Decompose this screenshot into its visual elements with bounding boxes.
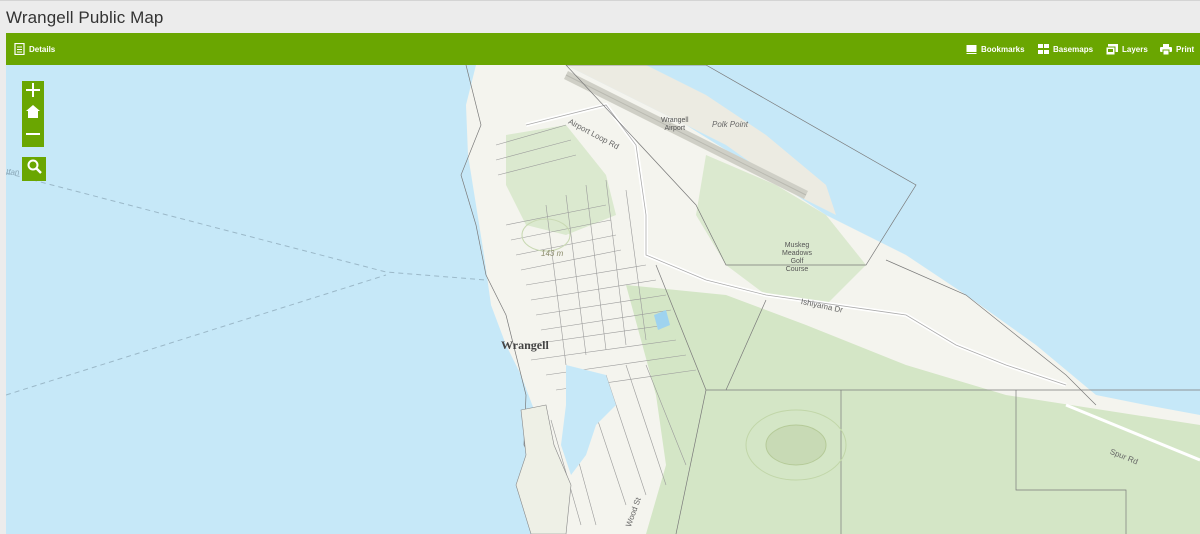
printer-icon <box>1160 43 1172 55</box>
app-title: Wrangell Public Map <box>6 8 164 27</box>
town-label: Wrangell <box>501 338 549 352</box>
airport-label-line2: Airport <box>664 125 686 132</box>
golf-label-line4: Course <box>785 266 809 273</box>
grid-icon <box>1038 44 1049 54</box>
home-button[interactable] <box>22 103 44 125</box>
bookmarks-button[interactable]: Bookmarks <box>966 33 1025 65</box>
bookmark-icon <box>966 44 977 55</box>
golf-label-line1: Muskeg <box>784 242 810 249</box>
golf-label-line3: Golf <box>790 258 804 265</box>
golf-label-line2: Meadows <box>782 250 812 257</box>
layers-icon <box>1106 43 1118 55</box>
home-icon <box>26 105 40 123</box>
layers-button[interactable]: Layers <box>1106 33 1148 65</box>
edge-label: Ifan <box>6 168 20 177</box>
point-label: Polk Point <box>712 120 749 129</box>
document-icon <box>14 43 25 55</box>
zoom-in-button[interactable] <box>22 81 44 103</box>
golf-label: Muskeg Meadows Golf Course <box>782 242 812 274</box>
map-view[interactable]: Ifan Wrangell Wrangell Airport Polk Poin… <box>6 65 1200 534</box>
basemaps-button[interactable]: Basemaps <box>1038 33 1093 65</box>
details-label: Details <box>29 44 56 54</box>
details-button[interactable]: Details <box>14 33 55 65</box>
airport-label-line1: Wrangell <box>661 117 689 124</box>
minus-icon <box>26 127 40 146</box>
toolbar: Details Bookmarks Basemaps Layers Print <box>6 33 1200 65</box>
layers-label: Layers <box>1122 44 1148 54</box>
print-label: Print <box>1176 44 1195 54</box>
bookmarks-label: Bookmarks <box>981 44 1025 54</box>
zoom-out-button[interactable] <box>22 125 44 147</box>
print-button[interactable]: Print <box>1160 33 1194 65</box>
title-bar: Wrangell Public Map <box>0 0 1200 34</box>
search-button[interactable] <box>22 157 46 181</box>
zoom-controls <box>22 81 44 147</box>
airport-label: Wrangell Airport <box>661 117 689 133</box>
plus-icon <box>26 82 40 102</box>
basemaps-label: Basemaps <box>1053 44 1094 54</box>
elevation-label: 143 m <box>541 249 564 258</box>
search-icon <box>27 159 42 179</box>
